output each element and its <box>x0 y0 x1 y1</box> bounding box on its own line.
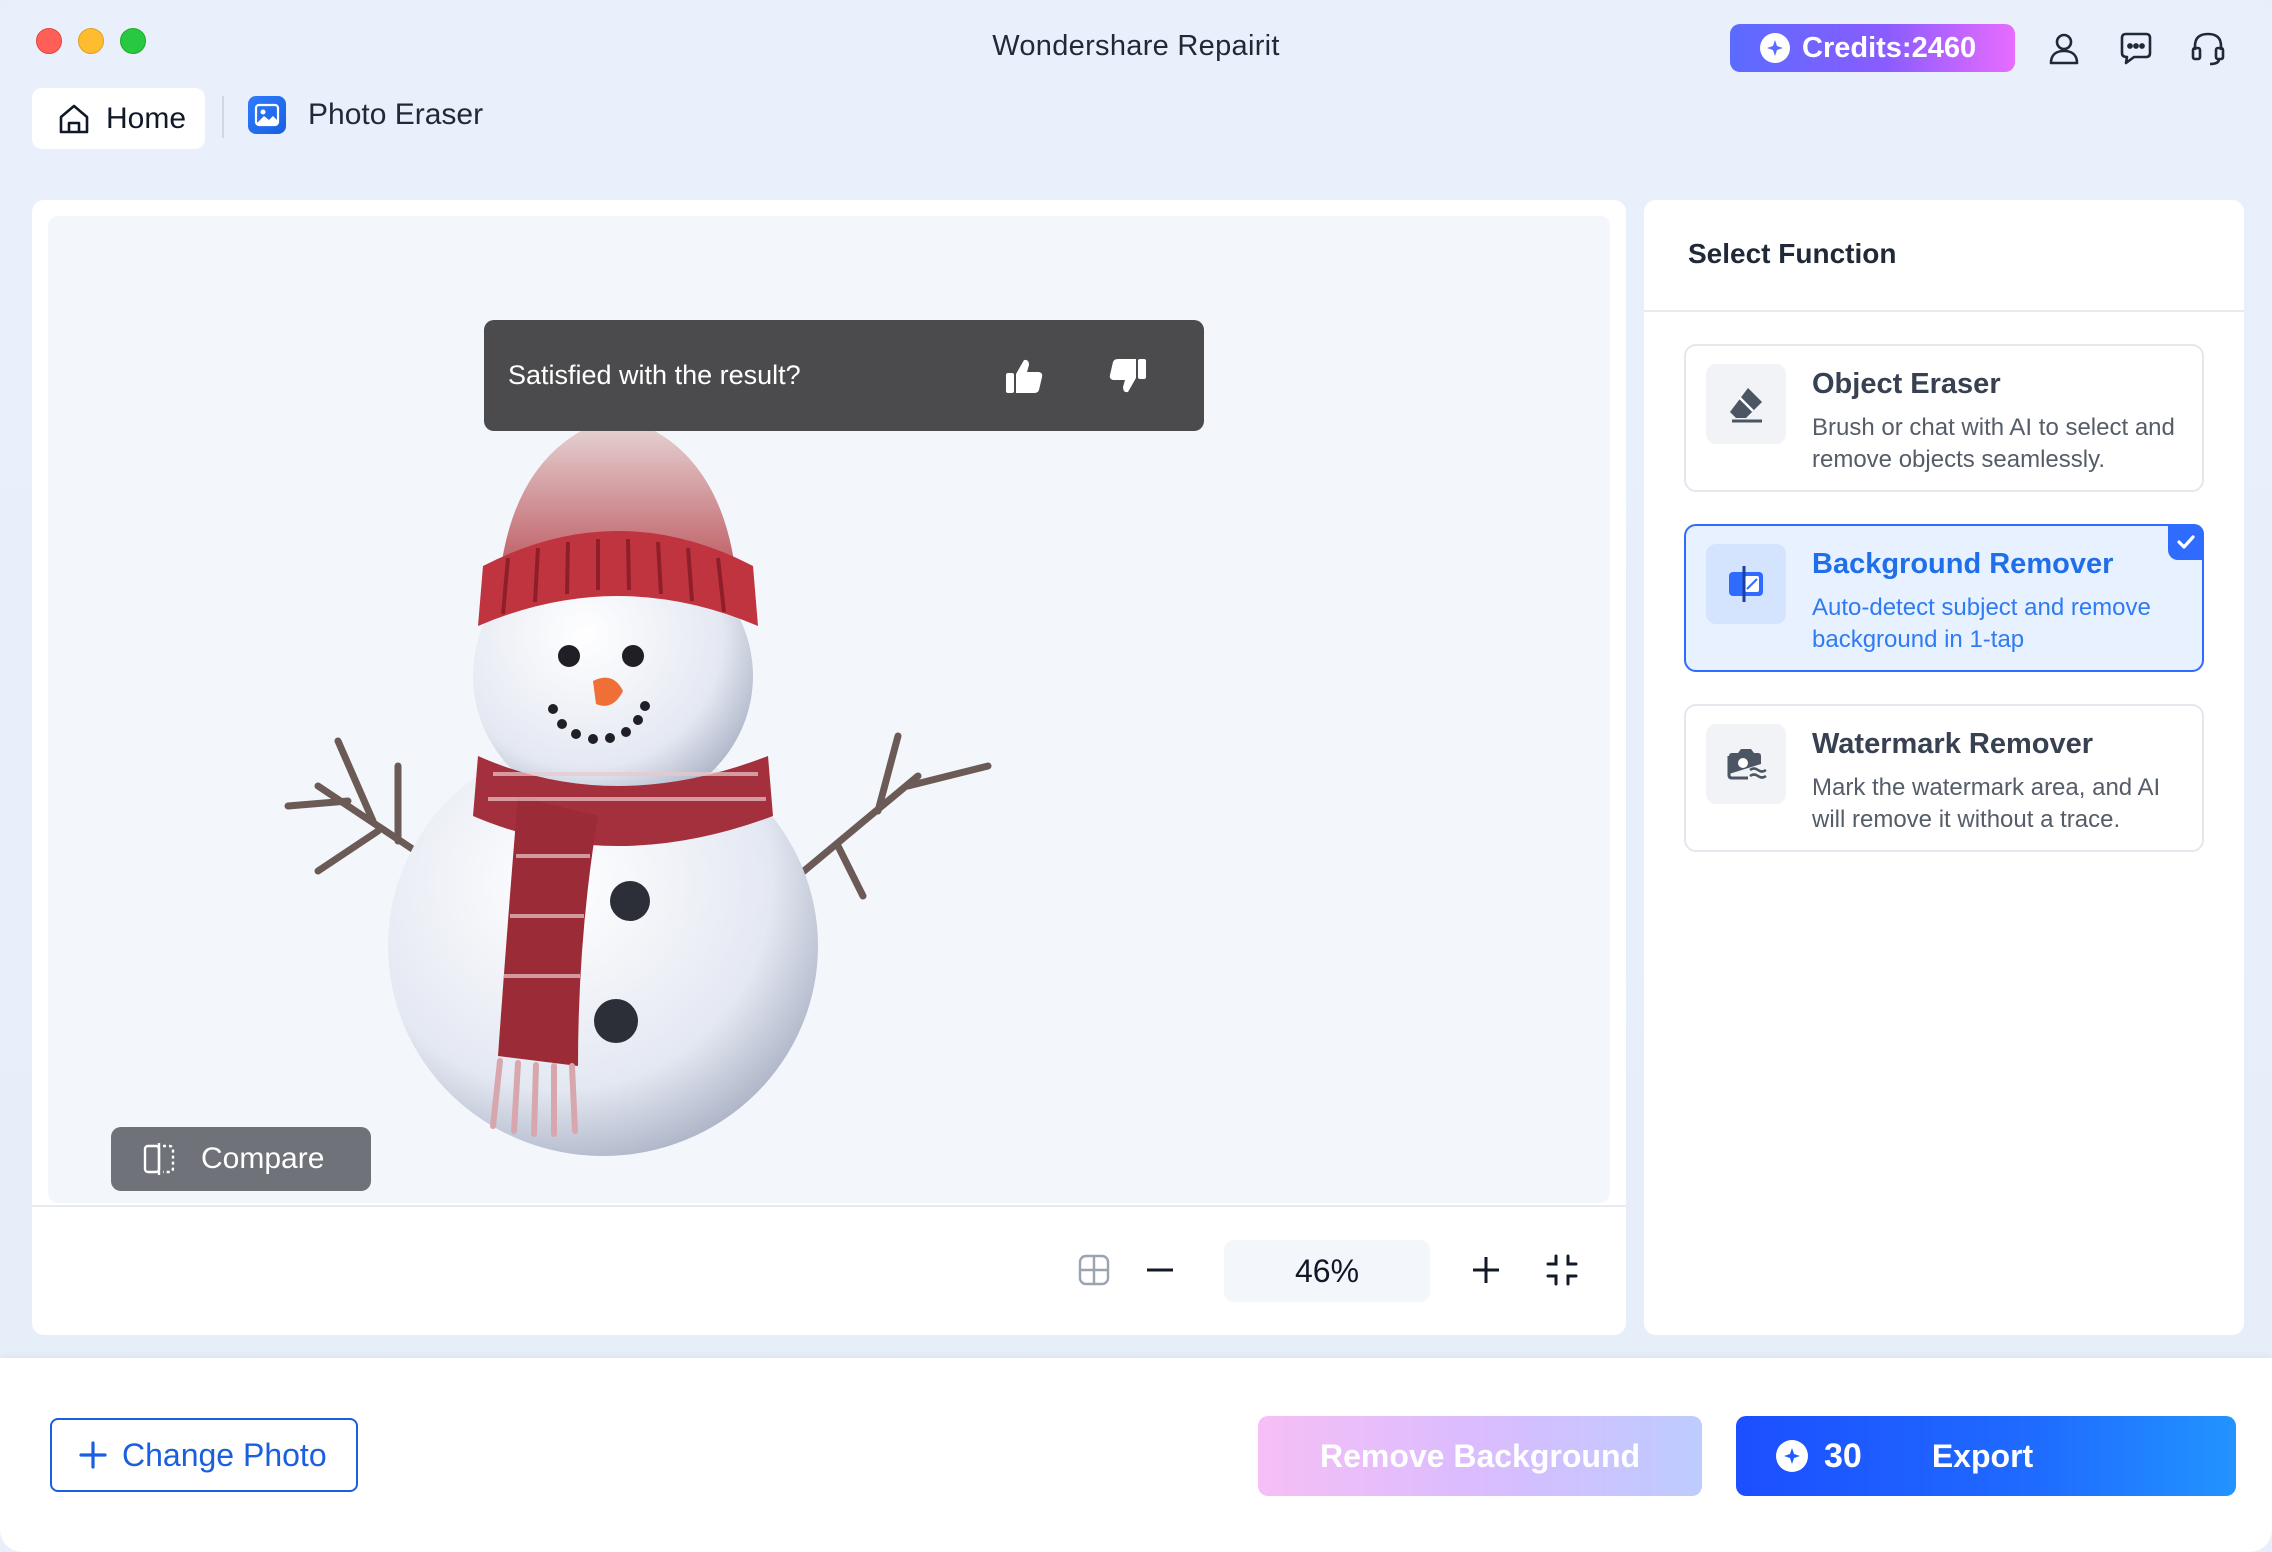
credits-button[interactable]: Credits:2460 <box>1730 24 2015 72</box>
zoom-toolbar: 46% <box>32 1230 1626 1310</box>
zoom-out-button[interactable] <box>1138 1248 1182 1292</box>
change-photo-button[interactable]: Change Photo <box>50 1418 358 1492</box>
remove-background-label: Remove Background <box>1319 1437 1641 1474</box>
panel-divider <box>1644 310 2244 312</box>
breadcrumb: Photo Eraser <box>248 96 483 134</box>
home-label: Home <box>106 101 187 135</box>
export-button[interactable]: 30 Export <box>1736 1416 2236 1496</box>
function-panel: Select Function Object Eraser Brush or c… <box>1644 200 2244 1335</box>
eraser-icon <box>1706 364 1786 444</box>
watermark-icon <box>1706 724 1786 804</box>
fn-title: Watermark Remover <box>1812 728 2093 760</box>
credit-coin-icon <box>1776 1440 1808 1472</box>
credits-label: Credits:2460 <box>1802 31 1977 64</box>
image-canvas[interactable]: Satisfied with the result? Compare <box>48 216 1610 1203</box>
watermark-remover-card[interactable]: Watermark Remover Mark the watermark are… <box>1684 704 2204 852</box>
fn-description: Brush or chat with AI to select and remo… <box>1812 414 2175 473</box>
fn-description: Auto-detect subject and remove backgroun… <box>1812 594 2151 653</box>
fn-title: Object Eraser <box>1812 368 2001 400</box>
feedback-toast: Satisfied with the result? <box>484 320 1204 431</box>
zoom-in-button[interactable] <box>1464 1248 1508 1292</box>
feedback-prompt: Satisfied with the result? <box>508 360 801 390</box>
export-cost-value: 30 <box>1824 1436 1862 1475</box>
split-view-icon[interactable] <box>1072 1248 1116 1292</box>
panel-title: Select Function <box>1688 238 1897 269</box>
app-window: Wondershare Repairit Credits:2460 Home P… <box>0 0 2272 1552</box>
compare-icon <box>141 1141 177 1177</box>
canvas-panel: Satisfied with the result? Compare 46% <box>32 200 1626 1335</box>
canvas-divider <box>32 1205 1626 1207</box>
object-eraser-card[interactable]: Object Eraser Brush or chat with AI to s… <box>1684 344 2204 492</box>
zoom-level: 46% <box>1224 1240 1430 1302</box>
credit-coin-icon <box>1760 33 1790 63</box>
account-icon[interactable] <box>2044 28 2084 68</box>
background-remover-icon <box>1706 544 1786 624</box>
remove-background-button[interactable]: Remove Background <box>1258 1416 1702 1496</box>
export-label: Export <box>1931 1437 2034 1474</box>
fit-screen-icon[interactable] <box>1540 1248 1584 1292</box>
feedback-chat-icon[interactable] <box>2116 28 2156 68</box>
export-cost: 30 <box>1776 1437 1862 1476</box>
selected-check-icon <box>2168 524 2204 560</box>
background-remover-card[interactable]: Background Remover Auto-detect subject a… <box>1684 524 2204 672</box>
nav-divider <box>222 96 224 138</box>
compare-button[interactable]: Compare <box>111 1127 371 1191</box>
fn-description: Mark the watermark area, and AI will rem… <box>1812 774 2161 833</box>
photo-eraser-icon <box>248 96 286 134</box>
thumbs-up-icon[interactable] <box>996 348 1052 404</box>
support-headset-icon[interactable] <box>2188 28 2228 68</box>
change-photo-label: Change Photo <box>122 1436 327 1473</box>
thumbs-down-icon[interactable] <box>1100 348 1156 404</box>
fn-title: Background Remover <box>1812 548 2114 580</box>
bottom-action-bar: Change Photo Remove Background 30 Export <box>0 1358 2272 1552</box>
plus-icon <box>78 1440 108 1470</box>
home-button[interactable]: Home <box>32 88 205 149</box>
compare-label: Compare <box>201 1142 325 1175</box>
home-icon <box>56 101 92 137</box>
breadcrumb-label: Photo Eraser <box>308 98 484 131</box>
